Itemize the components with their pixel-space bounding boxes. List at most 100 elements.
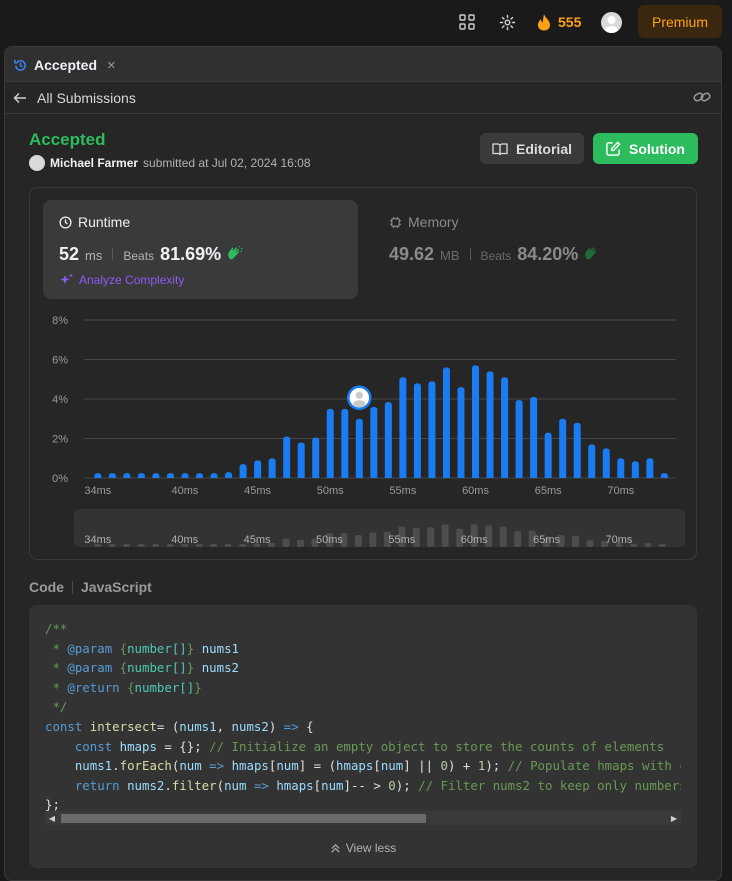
bar[interactable] <box>530 397 538 478</box>
range-overview-chart: 34ms 40ms 45ms 50ms 55ms 60ms 65ms 70ms <box>84 524 666 547</box>
bar[interactable] <box>559 418 567 478</box>
analyze-complexity-link[interactable]: Analyze Complexity <box>59 273 184 287</box>
bar[interactable] <box>544 432 552 478</box>
bar[interactable] <box>225 472 233 478</box>
y-tick-label: 8% <box>52 315 68 327</box>
analyze-label: Analyze Complexity <box>79 273 185 287</box>
x-tick-label: 65ms <box>535 485 562 497</box>
history-icon <box>14 59 26 71</box>
bar[interactable] <box>297 442 305 478</box>
your-submission-marker[interactable] <box>347 385 372 410</box>
scroll-right-icon[interactable]: ▶ <box>669 813 679 823</box>
bar[interactable] <box>413 383 421 478</box>
bar[interactable] <box>384 401 392 478</box>
divider <box>112 248 114 260</box>
range-bar <box>354 535 362 547</box>
x-tick-label: 60ms <box>462 485 489 497</box>
bar[interactable] <box>617 458 625 478</box>
bar[interactable] <box>501 377 509 478</box>
bar[interactable] <box>602 448 610 478</box>
bar[interactable] <box>660 473 668 478</box>
runtime-card[interactable]: Runtime 52 ms Beats 81.69% Analyze Compl… <box>43 200 358 299</box>
x-tick-label: 45ms <box>244 485 271 497</box>
close-icon[interactable]: × <box>107 57 116 74</box>
range-tick-label: 45ms <box>244 534 271 546</box>
range-tick-label: 60ms <box>461 534 488 546</box>
grid-layout-icon[interactable] <box>457 12 477 32</box>
bar[interactable] <box>588 444 596 478</box>
editorial-label: Editorial <box>515 140 572 157</box>
tab-accepted[interactable]: Accepted × <box>13 54 116 76</box>
all-submissions-link[interactable]: All Submissions <box>13 90 136 106</box>
code-line: const hmaps = {}; // Initialize an empty… <box>74 738 665 754</box>
bar[interactable] <box>326 408 334 478</box>
code-line: * @param {number[]} nums2 <box>45 660 239 676</box>
bar[interactable] <box>312 437 320 478</box>
memory-beats-value: 84.20% <box>517 244 579 264</box>
editorial-button[interactable]: Editorial <box>480 133 584 164</box>
clap-icon <box>228 246 243 260</box>
bar[interactable] <box>341 408 349 478</box>
bar[interactable] <box>428 381 436 478</box>
bar[interactable] <box>457 387 465 478</box>
bar[interactable] <box>210 473 218 478</box>
bar[interactable] <box>268 458 276 478</box>
streak-counter[interactable]: 555 <box>536 11 581 33</box>
code-label: Code <box>29 579 64 595</box>
code-content[interactable]: /** * @param {number[]} nums1 * @param {… <box>45 619 681 819</box>
bar[interactable] <box>181 473 189 478</box>
bar[interactable] <box>646 458 654 478</box>
bar[interactable] <box>123 473 131 478</box>
range-bar <box>427 527 435 547</box>
bar[interactable] <box>254 460 262 478</box>
streak-count: 555 <box>558 14 582 30</box>
bar[interactable] <box>94 473 102 478</box>
bar[interactable] <box>442 367 450 478</box>
bar[interactable] <box>573 422 581 478</box>
submitter-name[interactable]: Michael Farmer <box>50 156 138 170</box>
range-bar <box>123 544 131 547</box>
bar[interactable] <box>631 461 639 478</box>
premium-button[interactable]: Premium <box>638 5 722 38</box>
link-icon[interactable] <box>693 90 711 109</box>
solution-button[interactable]: Solution <box>593 133 698 164</box>
bar[interactable] <box>137 473 145 478</box>
chevrons-up-icon <box>331 843 340 853</box>
edit-icon <box>606 141 621 156</box>
horizontal-scrollbar[interactable]: ◀ ▶ <box>45 811 681 825</box>
clock-icon <box>59 215 72 229</box>
scroll-left-icon[interactable]: ◀ <box>47 813 57 823</box>
scroll-thumb[interactable] <box>61 814 426 823</box>
bar[interactable] <box>196 473 204 478</box>
y-tick-label: 6% <box>52 355 68 367</box>
range-bar <box>658 544 666 547</box>
bar[interactable] <box>399 377 407 478</box>
book-icon <box>492 142 508 155</box>
view-less-button[interactable]: View less <box>29 841 697 855</box>
bar[interactable] <box>370 406 378 478</box>
bar[interactable] <box>355 418 363 478</box>
range-bar <box>514 531 522 547</box>
view-less-label: View less <box>345 841 397 855</box>
divider <box>72 580 73 594</box>
bar[interactable] <box>283 436 291 478</box>
runtime-values: 52 ms Beats 81.69% <box>59 244 243 265</box>
gear-icon[interactable] <box>497 12 517 32</box>
bar[interactable] <box>166 473 174 478</box>
bar[interactable] <box>152 473 160 478</box>
runtime-beats-label: Beats <box>123 249 155 263</box>
solution-label: Solution <box>629 140 685 157</box>
bar[interactable] <box>472 365 480 478</box>
memory-card[interactable]: Memory 49.62 MB Beats 84.20% <box>373 200 683 299</box>
bar[interactable] <box>515 399 523 478</box>
tab-title: Accepted <box>34 57 98 73</box>
bar[interactable] <box>239 464 247 478</box>
user-avatar[interactable] <box>601 12 622 33</box>
submitter-avatar[interactable] <box>29 155 45 171</box>
bar[interactable] <box>108 473 116 478</box>
code-line: */ <box>45 699 68 715</box>
x-tick-label: 34ms <box>84 485 111 497</box>
chip-icon <box>389 216 402 228</box>
range-selector[interactable]: 34ms 40ms 45ms 50ms 55ms 60ms 65ms 70ms <box>74 509 685 547</box>
bar[interactable] <box>486 371 494 478</box>
